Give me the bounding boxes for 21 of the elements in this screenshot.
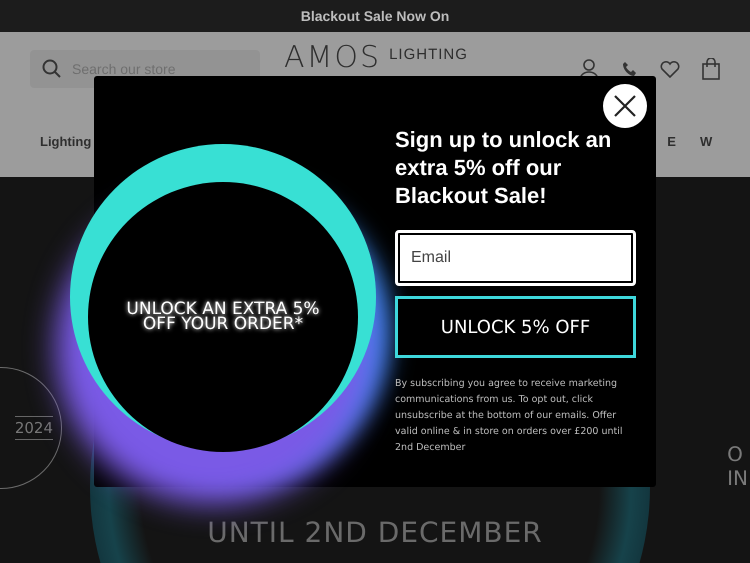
disclaimer-text: By subscribing you agree to receive marketing communications from us. To opt out, click unsubscribe at the bottom of our emails. Offer valid online & in store on orders over £200 until 2nd December [395,377,624,455]
heart-icon[interactable] [660,60,680,78]
promo-text: OFF YOUR ORDER* [142,317,304,332]
store-logo[interactable]: AMOS LIGHTING [284,42,468,74]
unlock-button[interactable]: UNLOCK 5% OFF [395,296,636,358]
promo-text: UNLOCK AN EXTRA 5% [126,302,320,317]
phone-icon[interactable] [622,61,638,77]
nav-link[interactable]: W [700,134,712,148]
popup-heading: Sign up to unlock an extra 5% off our Blackout Sale! [395,126,612,210]
hero-side-text: IN [727,466,748,490]
close-button[interactable] [603,84,647,128]
search-icon [42,59,62,79]
badge-year: 2024 [14,416,53,440]
hero-side-text: O [727,442,744,466]
announcement-text: Blackout Sale Now On [0,0,750,32]
bag-icon[interactable] [702,58,720,80]
email-field[interactable]: Email [395,230,636,286]
nav-link[interactable]: E [667,134,676,148]
close-icon [614,95,636,117]
nav-link[interactable]: Lighting [40,134,92,148]
hero-subtitle: UNTIL 2ND DECEMBER [207,516,543,549]
